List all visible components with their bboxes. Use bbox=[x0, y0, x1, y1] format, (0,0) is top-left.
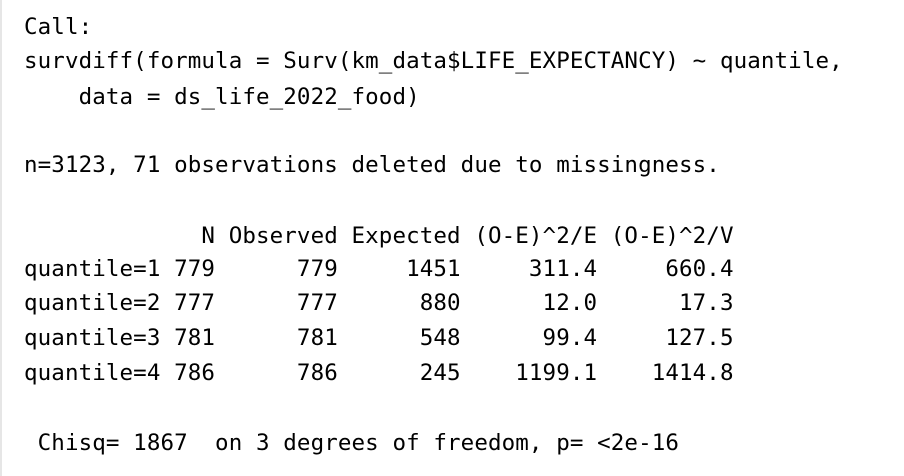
chisq-summary: Chisq= 1867 on 3 degrees of freedom, p= … bbox=[24, 430, 680, 456]
call-formula-line: survdiff(formula = Surv(km_data$LIFE_EXP… bbox=[24, 48, 843, 74]
table-row: quantile=3 781 781 548 99.4 127.5 bbox=[24, 325, 734, 351]
table-header: N Observed Expected (O-E)^2/E (O-E)^2/V bbox=[24, 223, 734, 249]
table-row: quantile=1 779 779 1451 311.4 660.4 bbox=[24, 256, 734, 282]
call-data-line: data = ds_life_2022_food) bbox=[24, 84, 420, 110]
call-header: Call: bbox=[24, 14, 93, 40]
table-row: quantile=4 786 786 245 1199.1 1414.8 bbox=[24, 360, 734, 386]
observation-count: n=3123, 71 observations deleted due to m… bbox=[24, 152, 720, 178]
r-console-output: Call: survdiff(formula = Surv(km_data$LI… bbox=[0, 0, 904, 476]
table-row: quantile=2 777 777 880 12.0 17.3 bbox=[24, 290, 734, 316]
